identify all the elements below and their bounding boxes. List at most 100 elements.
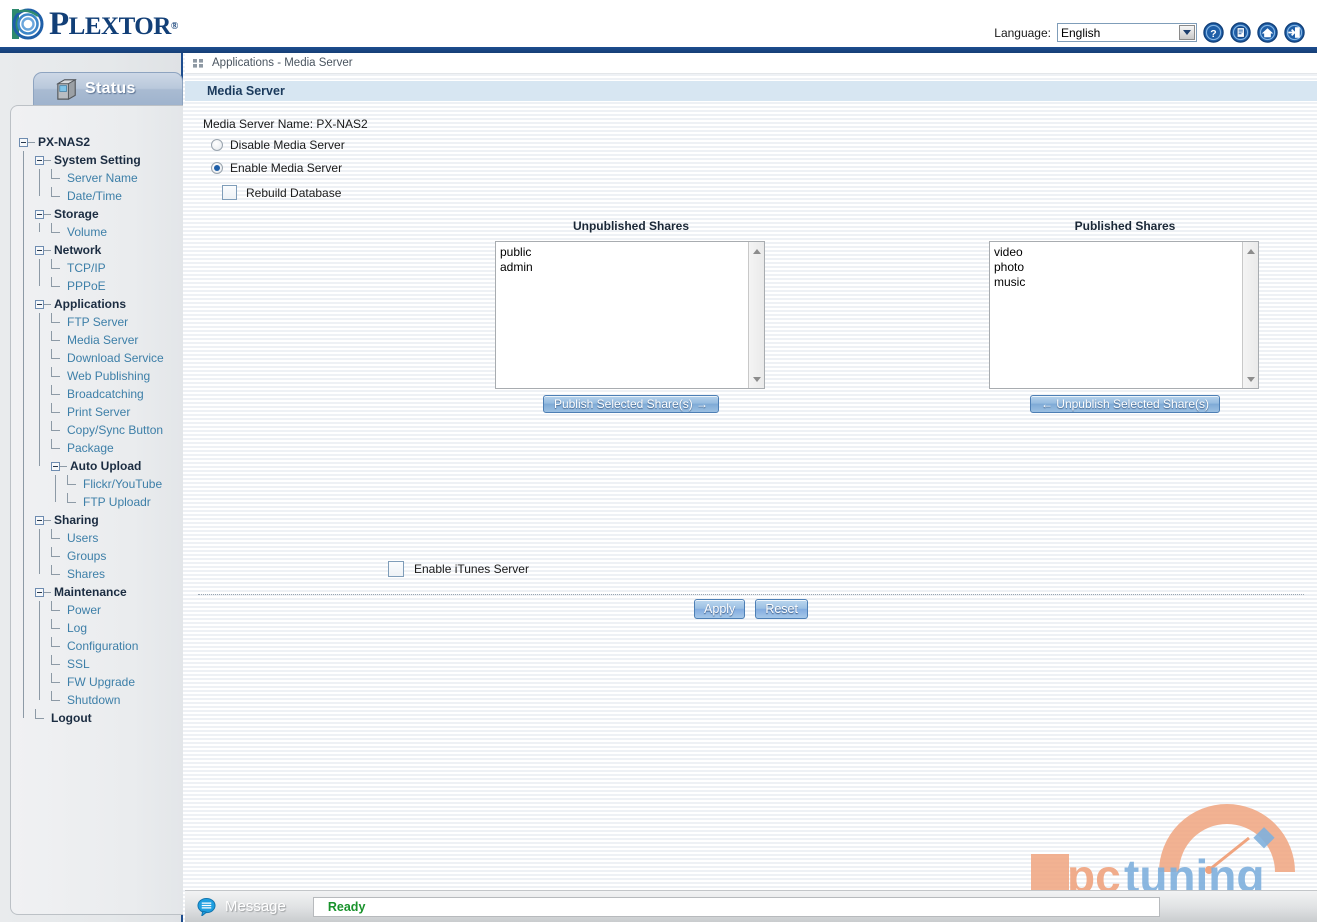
sidebar-item-logout[interactable]: Logout xyxy=(11,709,183,727)
sidebar-item-broadcatching[interactable]: Broadcatching xyxy=(11,385,183,403)
sidebar-item-package[interactable]: Package xyxy=(11,439,183,457)
sidebar-item-auto-upload[interactable]: Auto Upload xyxy=(11,457,183,475)
navigation-tree: PX-NAS2 System Setting Server Name Date/Tim… xyxy=(11,133,183,727)
unpublished-scrollbar[interactable] xyxy=(748,242,764,388)
itunes-server-checkbox[interactable] xyxy=(388,561,404,577)
sidebar-item-label: Media Server xyxy=(67,333,139,347)
sidebar-item-label: Sharing xyxy=(54,513,99,527)
sidebar-item-ssl[interactable]: SSL xyxy=(11,655,183,673)
apply-button[interactable]: Apply xyxy=(694,599,746,619)
sidebar-item-server-name[interactable]: Server Name xyxy=(11,169,183,187)
sidebar-item-label: Configuration xyxy=(67,639,139,653)
sidebar-item-print-server[interactable]: Print Server xyxy=(11,403,183,421)
sidebar-item-storage[interactable]: Storage xyxy=(11,205,183,223)
sidebar-item-sharing[interactable]: Sharing xyxy=(11,511,183,529)
brand-name-rest: LEXTOR xyxy=(68,12,172,40)
tree-connector xyxy=(51,187,64,205)
sidebar-item-configuration[interactable]: Configuration xyxy=(11,637,183,655)
status-bar-label: Message xyxy=(225,898,286,915)
sidebar-item-copy-sync-button[interactable]: Copy/Sync Button xyxy=(11,421,183,439)
sidebar-status-tab[interactable]: Status xyxy=(33,72,183,105)
scroll-up-icon[interactable] xyxy=(749,243,764,259)
tree-collapse-icon[interactable] xyxy=(19,137,28,147)
sidebar-item-label: Auto Upload xyxy=(70,459,142,473)
tree-connector xyxy=(51,367,64,385)
tree-collapse-icon[interactable] xyxy=(35,245,44,255)
checkbox-rebuild-database[interactable]: Rebuild Database xyxy=(222,185,341,200)
tree-collapse-icon[interactable] xyxy=(35,209,44,219)
language-area: Language: English ? xyxy=(994,22,1305,43)
language-select[interactable]: English xyxy=(1057,23,1197,42)
publish-selected-button[interactable]: Publish Selected Share(s) → xyxy=(542,395,720,413)
list-item[interactable]: public xyxy=(499,245,747,260)
list-item[interactable]: video xyxy=(993,245,1241,260)
published-shares-listbox[interactable]: video photo music xyxy=(989,241,1259,389)
published-shares-items[interactable]: video photo music xyxy=(990,242,1241,388)
section-title: Media Server xyxy=(185,81,1317,101)
sidebar-item-media-server[interactable]: Media Server xyxy=(11,331,183,349)
sidebar-item-applications[interactable]: Applications xyxy=(11,295,183,313)
sidebar-item-groups[interactable]: Groups xyxy=(11,547,183,565)
sidebar-item-volume[interactable]: Volume xyxy=(11,223,183,241)
chevron-down-icon[interactable] xyxy=(1179,25,1195,40)
help-icon[interactable]: ? xyxy=(1203,22,1224,43)
grid-dots-icon xyxy=(193,58,203,68)
brand-logo[interactable]: PLEXTOR® xyxy=(8,6,178,42)
sidebar-item-network[interactable]: Network xyxy=(11,241,183,259)
sidebar-item-date-time[interactable]: Date/Time xyxy=(11,187,183,205)
top-banner: PLEXTOR® Language: English ? xyxy=(0,0,1317,47)
tree-connector xyxy=(39,223,40,232)
scroll-up-icon[interactable] xyxy=(1243,243,1258,259)
list-item[interactable]: admin xyxy=(499,260,747,275)
sidebar-item-maintenance[interactable]: Maintenance xyxy=(11,583,183,601)
tree-connector xyxy=(28,141,35,143)
sidebar-item-label: Copy/Sync Button xyxy=(67,423,164,437)
scroll-down-icon[interactable] xyxy=(1243,371,1258,387)
notes-icon[interactable] xyxy=(1230,22,1251,43)
sidebar-item-px-nas2[interactable]: PX-NAS2 xyxy=(11,133,183,151)
radio-disable-label: Disable Media Server xyxy=(230,138,345,152)
tree-connector xyxy=(51,565,64,583)
sidebar-item-label: Package xyxy=(67,441,114,455)
sidebar-item-label: FTP Server xyxy=(67,315,129,329)
tree-collapse-icon[interactable] xyxy=(35,587,44,597)
sidebar-item-shutdown[interactable]: Shutdown xyxy=(11,691,183,709)
sidebar-item-label: Network xyxy=(54,243,102,257)
unpublish-selected-button[interactable]: ← Unpublish Selected Share(s) xyxy=(1029,395,1221,413)
reset-button[interactable]: Reset xyxy=(755,599,808,619)
logout-icon[interactable] xyxy=(1284,22,1305,43)
sidebar-item-web-publishing[interactable]: Web Publishing xyxy=(11,367,183,385)
sidebar-item-shares[interactable]: Shares xyxy=(11,565,183,583)
form-divider xyxy=(198,594,1304,595)
home-icon[interactable] xyxy=(1257,22,1278,43)
sidebar-item-pppoe[interactable]: PPPoE xyxy=(11,277,183,295)
sidebar-item-fw-upgrade[interactable]: FW Upgrade xyxy=(11,673,183,691)
radio-disable-media-server[interactable]: Disable Media Server xyxy=(211,138,345,152)
sidebar-item-log[interactable]: Log xyxy=(11,619,183,637)
sidebar-item-ftp-server[interactable]: FTP Server xyxy=(11,313,183,331)
sidebar-item-users[interactable]: Users xyxy=(11,529,183,547)
unpublished-shares-items[interactable]: public admin xyxy=(496,242,747,388)
tree-collapse-icon[interactable] xyxy=(35,515,44,525)
tree-collapse-icon[interactable] xyxy=(35,155,44,165)
radio-enable-indicator[interactable] xyxy=(211,162,223,174)
sidebar-item-flickr-youtube[interactable]: Flickr/YouTube xyxy=(11,475,183,493)
sidebar-item-system-setting[interactable]: System Setting xyxy=(11,151,183,169)
sidebar-item-power[interactable]: Power xyxy=(11,601,183,619)
published-scrollbar[interactable] xyxy=(1242,242,1258,388)
list-item[interactable]: photo xyxy=(993,260,1241,275)
rebuild-database-checkbox[interactable] xyxy=(222,185,237,200)
unpublished-shares-listbox[interactable]: public admin xyxy=(495,241,765,389)
tree-collapse-icon[interactable] xyxy=(35,299,44,309)
sidebar-item-ftp-uploadr[interactable]: FTP Uploadr xyxy=(11,493,183,511)
sidebar-item-download-service[interactable]: Download Service xyxy=(11,349,183,367)
checkbox-enable-itunes-server[interactable]: Enable iTunes Server xyxy=(388,561,529,577)
itunes-server-label: Enable iTunes Server xyxy=(414,562,529,576)
radio-disable-indicator[interactable] xyxy=(211,139,223,151)
sidebar-item-tcp-ip[interactable]: TCP/IP xyxy=(11,259,183,277)
list-item[interactable]: music xyxy=(993,275,1241,290)
sidebar-item-label: Download Service xyxy=(67,351,164,365)
tree-collapse-icon[interactable] xyxy=(51,461,60,471)
scroll-down-icon[interactable] xyxy=(749,371,764,387)
radio-enable-media-server[interactable]: Enable Media Server xyxy=(211,161,342,175)
